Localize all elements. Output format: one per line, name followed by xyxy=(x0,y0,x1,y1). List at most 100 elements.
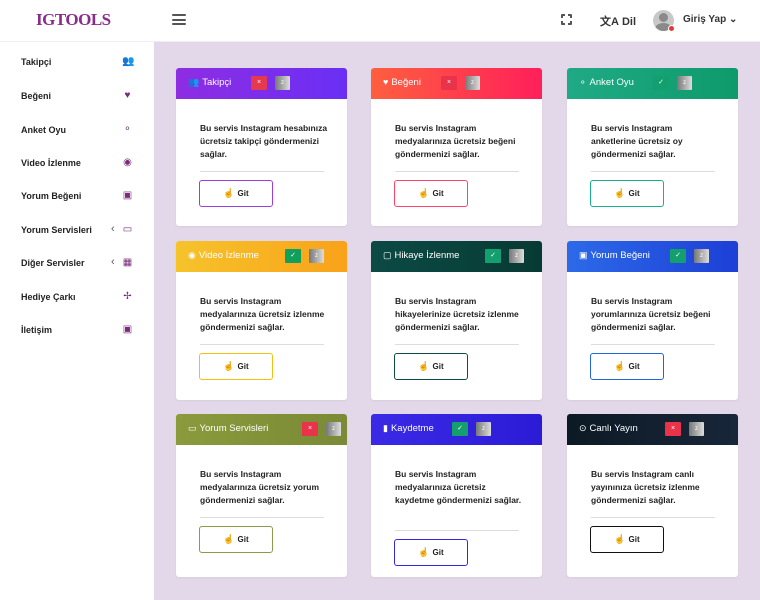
go-button[interactable]: ☝ Git xyxy=(394,353,468,380)
service-card: ◉ Video İzlenme ✓ z Bu servis Instagram m… xyxy=(176,241,347,400)
go-button[interactable]: ☝ Git xyxy=(590,526,664,553)
live-icon: ⊙ xyxy=(579,423,587,433)
hand-pointer-icon: ☝ xyxy=(223,534,235,544)
go-button[interactable]: ☝ Git xyxy=(394,539,468,566)
sidebar-item-2[interactable]: Anket Oyu ⚬ xyxy=(0,116,154,146)
card-description: Bu servis Instagram anketlerine ücretsiz… xyxy=(591,123,683,159)
go-button[interactable]: ☝ Git xyxy=(590,180,664,207)
status-badge: × xyxy=(302,422,318,436)
go-button-label: Git xyxy=(237,535,249,544)
sidebar-item-7[interactable]: Hediye Çarkı ✢ xyxy=(0,283,154,313)
status-badge: ✓ xyxy=(285,249,301,263)
card-title: Anket Oyu xyxy=(589,77,634,88)
card-title: Video İzlenme xyxy=(198,250,259,261)
go-button[interactable]: ☝ Git xyxy=(199,526,273,553)
sidebar-item-3[interactable]: Video İzlenme ◉ xyxy=(0,149,154,179)
sleep-badge: z xyxy=(465,76,480,90)
sleep-badge: z xyxy=(509,249,524,263)
sleep-badge: z xyxy=(309,249,324,263)
grid-icon: ▦ xyxy=(122,257,133,268)
sidebar-item-6[interactable]: Diğer Servisler ‹ ▦ xyxy=(0,249,154,279)
comment-heart-icon: ▣ xyxy=(122,190,133,201)
sidebar-item-8[interactable]: İletişim ▣ xyxy=(0,316,154,346)
divider xyxy=(200,344,324,345)
poll-icon: ⚬ xyxy=(123,124,132,135)
go-button[interactable]: ☝ Git xyxy=(590,353,664,380)
card-header: 👥 Takipçi × z xyxy=(176,68,347,99)
brand-logo[interactable]: IGTOOLS xyxy=(36,10,111,30)
poll-icon: ⚬ xyxy=(579,77,587,87)
hand-pointer-icon: ☝ xyxy=(223,188,235,198)
service-card: 👥 Takipçi × z Bu servis Instagram hesabın… xyxy=(176,68,347,226)
sidebar-item-label: Hediye Çarkı xyxy=(21,292,76,302)
card-description: Bu servis Instagram canlı yayınınıza ücr… xyxy=(591,469,700,505)
divider xyxy=(591,344,715,345)
go-button-label: Git xyxy=(432,548,444,557)
card-header: ▢ Hikaye İzlenme ✓ z xyxy=(371,241,542,272)
card-title: Hikaye İzlenme xyxy=(394,250,460,261)
menu-toggle-icon[interactable] xyxy=(172,14,186,25)
language-selector[interactable]: 文A Dil xyxy=(600,13,636,29)
go-button-label: Git xyxy=(628,535,640,544)
comment-icon: ▭ xyxy=(122,224,133,235)
login-label: Giriş Yap xyxy=(683,14,727,25)
sidebar-item-0[interactable]: Takipçi 👥 xyxy=(0,48,154,78)
pinwheel-icon: ✢ xyxy=(123,291,132,302)
status-dot xyxy=(668,25,675,32)
contact-icon: ▣ xyxy=(122,324,133,335)
go-button[interactable]: ☝ Git xyxy=(394,180,468,207)
status-badge: ✓ xyxy=(485,249,501,263)
eye-icon: ◉ xyxy=(123,157,132,168)
go-button-label: Git xyxy=(628,362,640,371)
card-header: ⊙ Canlı Yayın × z xyxy=(567,414,738,445)
status-badge: ✓ xyxy=(653,76,669,90)
sidebar-item-4[interactable]: Yorum Beğeni ▣ xyxy=(0,182,154,212)
fullscreen-icon[interactable] xyxy=(560,13,573,26)
go-button-label: Git xyxy=(237,362,249,371)
service-card: ⚬ Anket Oyu ✓ z Bu servis Instagram anket… xyxy=(567,68,738,226)
service-card: ▣ Yorum Beğeni ✓ z Bu servis Instagram yo… xyxy=(567,241,738,400)
status-badge: ✓ xyxy=(452,422,468,436)
card-title: Canlı Yayın xyxy=(589,423,638,434)
user-plus-icon: 👥 xyxy=(122,56,135,67)
card-title: Takipçi xyxy=(202,77,232,88)
main-content: 👥 Takipçi × z Bu servis Instagram hesabın… xyxy=(154,42,760,600)
heart-icon: ♥ xyxy=(124,90,131,101)
card-header: ▣ Yorum Beğeni ✓ z xyxy=(567,241,738,272)
sidebar-item-5[interactable]: Yorum Servisleri ‹ ▭ xyxy=(0,216,154,246)
chevron-left-icon: ‹ xyxy=(111,223,115,235)
divider xyxy=(591,517,715,518)
sidebar-item-1[interactable]: Beğeni ♥ xyxy=(0,82,154,112)
status-badge: × xyxy=(441,76,457,90)
sidebar-item-label: Diğer Servisler xyxy=(21,258,85,268)
card-description: Bu servis Instagram medyalarınıza ücrets… xyxy=(200,296,325,332)
go-button[interactable]: ☝ Git xyxy=(199,180,273,207)
hand-pointer-icon: ☝ xyxy=(614,534,626,544)
sidebar-item-label: İletişim xyxy=(21,325,53,335)
card-header: ♥ Beğeni × z xyxy=(371,68,542,99)
sleep-badge: z xyxy=(326,422,341,436)
eye-icon: ◉ xyxy=(188,250,196,260)
service-card: ▭ Yorum Servisleri × z Bu servis Instagra… xyxy=(176,414,347,577)
sleep-badge: z xyxy=(689,422,704,436)
sleep-badge: z xyxy=(476,422,491,436)
divider xyxy=(200,171,324,172)
translate-icon: 文A xyxy=(600,16,619,28)
sidebar: Takipçi 👥 Beğeni ♥ Anket Oyu ⚬ Video İzlenme ◉ Y… xyxy=(0,42,154,600)
hand-pointer-icon: ☝ xyxy=(614,188,626,198)
status-badge: × xyxy=(665,422,681,436)
go-button-label: Git xyxy=(432,189,444,198)
card-description: Bu servis Instagram medyalarınıza ücrets… xyxy=(395,469,522,505)
card-title: Yorum Servisleri xyxy=(199,423,269,434)
hand-pointer-icon: ☝ xyxy=(418,188,430,198)
service-card: ♥ Beğeni × z Bu servis Instagram medyalar… xyxy=(371,68,542,226)
chevron-down-icon: ⌄ xyxy=(728,14,738,25)
card-description: Bu servis Instagram yorumlarınıza ücrets… xyxy=(591,296,711,332)
hand-pointer-icon: ☝ xyxy=(418,361,430,371)
divider xyxy=(591,171,715,172)
card-description: Bu servis Instagram medyalarınıza ücrets… xyxy=(395,123,516,159)
card-description: Bu servis Instagram hikayelerinize ücret… xyxy=(395,296,519,332)
user-plus-icon: 👥 xyxy=(188,77,200,87)
divider xyxy=(200,517,324,518)
go-button[interactable]: ☝ Git xyxy=(199,353,273,380)
